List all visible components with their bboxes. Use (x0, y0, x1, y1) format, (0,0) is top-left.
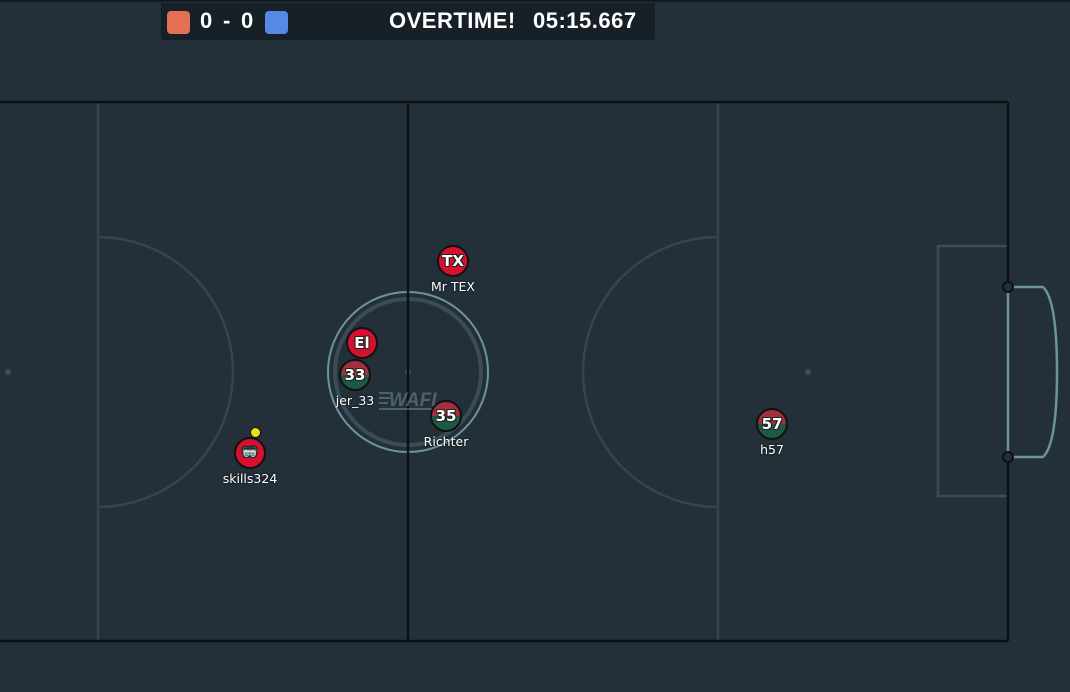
soccer-field: WAFL (0, 100, 1059, 643)
score-separator: - (223, 8, 231, 33)
player-richter[interactable]: 35 Richter (424, 400, 468, 449)
right-goal-area (936, 244, 1008, 498)
red-team-swatch (167, 11, 190, 34)
player-avatar: TX (442, 252, 464, 270)
blue-score: 0 (241, 8, 254, 33)
red-score: 0 (200, 8, 213, 33)
player-mrtex[interactable]: TX Mr TEX (431, 245, 475, 294)
right-arc (581, 235, 719, 509)
ball (250, 427, 261, 438)
match-clock: 05:15.667 (533, 8, 637, 33)
goal-post-bottom (1002, 451, 1014, 463)
player-name: jer_33 (335, 393, 375, 408)
left-spot (5, 369, 11, 375)
player-name: Mr TEX (431, 279, 475, 294)
scoreboard: 0 - 0 OVERTIME! 05:15.667 (161, 3, 655, 40)
right-goal-net (1008, 285, 1059, 459)
match-status: OVERTIME! (389, 8, 516, 33)
goggles-icon: 🥽 (241, 445, 259, 460)
player-name: skills324 (222, 471, 278, 486)
player-jer33[interactable]: 33 jer_33 (336, 359, 374, 408)
right-spot (805, 369, 811, 375)
left-arc (97, 235, 235, 509)
goal-post-top (1002, 281, 1014, 293)
player-avatar: 33 (344, 366, 366, 384)
player-name: h57 (760, 442, 784, 457)
blue-team-swatch (265, 11, 288, 34)
player-skills324[interactable]: 🥽 skills324 (223, 437, 277, 486)
player-h57[interactable]: 57 h57 (756, 408, 788, 457)
player-el[interactable]: El (346, 327, 378, 359)
player-avatar: El (354, 334, 370, 352)
player-name: Richter (423, 434, 469, 449)
player-avatar: 35 (435, 407, 457, 425)
player-avatar: 57 (761, 415, 783, 433)
